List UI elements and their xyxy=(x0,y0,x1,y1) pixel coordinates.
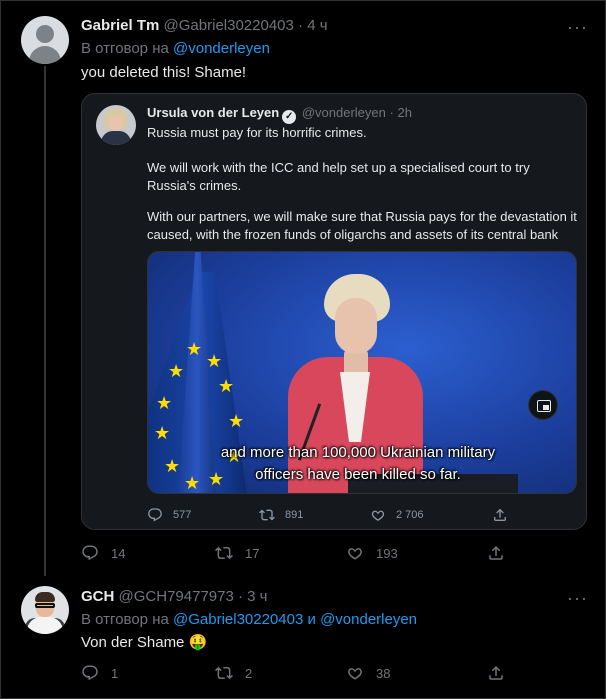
thread-connector-line xyxy=(44,66,46,576)
reply-prefix: В отговор на xyxy=(81,611,169,628)
reply-context: В отговор на @Gabriel30220403 и @vonderl… xyxy=(81,611,417,628)
quoted-paragraph-2: We will work with the ICC and help set u… xyxy=(147,160,530,193)
money-mouth-emoji: 🤑 xyxy=(188,634,208,651)
tweet-text: you deleted this! Shame! xyxy=(81,64,247,81)
tweet-text: Von der Shame 🤑 xyxy=(81,633,207,651)
tweet-header: Gabriel Tm @Gabriel30220403 · 4 ч xyxy=(81,17,328,34)
like-icon xyxy=(370,507,386,523)
quoted-handle[interactable]: @vonderleyen xyxy=(302,105,386,120)
video-player[interactable]: ★ ★ ★ ★ ★ ★ ★ ★ ★ ★ ★ and more than 100,… xyxy=(147,251,577,494)
mention-link[interactable]: @vonderleyen xyxy=(320,611,417,628)
reply-context: В отговор на @vonderleyen xyxy=(81,40,270,57)
quoted-retweet-button[interactable]: 891 xyxy=(259,507,303,523)
reply-icon xyxy=(147,507,163,523)
reply-count: 1 xyxy=(111,665,119,681)
separator-dot: · xyxy=(389,105,394,120)
picture-in-picture-icon[interactable] xyxy=(528,390,558,420)
quoted-share-button[interactable] xyxy=(492,507,508,523)
more-icon[interactable]: ··· xyxy=(567,17,588,38)
retweet-icon xyxy=(215,544,233,562)
reply-prefix: В отговор на xyxy=(81,40,169,57)
user-handle[interactable]: @Gabriel30220403 xyxy=(164,17,294,34)
quoted-like-button[interactable]: 2 706 xyxy=(370,507,424,523)
retweet-icon xyxy=(215,664,233,682)
default-avatar-icon xyxy=(36,25,54,43)
separator-dot: · xyxy=(238,588,243,605)
quoted-avatar[interactable] xyxy=(96,105,136,145)
share-icon xyxy=(487,664,505,682)
reply-count: 14 xyxy=(111,545,126,561)
like-count: 193 xyxy=(376,545,398,561)
quoted-timestamp[interactable]: 2h xyxy=(397,105,411,120)
reply-icon xyxy=(81,664,99,682)
like-count: 38 xyxy=(376,665,391,681)
verified-badge-icon: ✓ xyxy=(282,110,297,124)
share-icon xyxy=(492,507,508,523)
retweet-count: 2 xyxy=(245,665,253,681)
like-button[interactable]: 38 xyxy=(346,664,390,682)
retweet-button[interactable]: 17 xyxy=(215,544,259,562)
video-subtitle-line-2: officers have been killed so far. xyxy=(255,466,461,483)
quoted-paragraph-3: With our partners, we will make sure tha… xyxy=(147,209,577,242)
quoted-display-name[interactable]: Ursula von der Leyen xyxy=(147,105,279,120)
share-button[interactable] xyxy=(487,664,505,682)
separator-dot: · xyxy=(298,17,304,34)
share-button[interactable] xyxy=(487,544,505,562)
display-name[interactable]: Gabriel Tm xyxy=(81,17,159,34)
avatar[interactable] xyxy=(21,16,69,64)
like-icon xyxy=(346,664,364,682)
retweet-count: 891 xyxy=(285,509,304,521)
mention-link[interactable]: @Gabriel30220403 xyxy=(173,611,303,628)
reply-count: 577 xyxy=(173,509,192,521)
quoted-tweet[interactable]: Ursula von der Leyen ✓ @vonderleyen · 2h … xyxy=(81,93,587,530)
tweet-header: GCH @GCH79477973 · 3 ч xyxy=(81,588,268,605)
user-handle[interactable]: @GCH79477973 xyxy=(119,588,234,605)
retweet-icon xyxy=(259,507,275,523)
mention-link[interactable]: @vonderleyen xyxy=(173,40,270,57)
like-button[interactable]: 193 xyxy=(346,544,398,562)
reply-button[interactable]: 1 xyxy=(81,664,118,682)
avatar[interactable] xyxy=(21,586,69,634)
timestamp[interactable]: 4 ч xyxy=(307,17,327,34)
video-subtitle-line-1: and more than 100,000 Ukrainian military xyxy=(220,444,496,461)
retweet-count: 17 xyxy=(245,545,260,561)
more-icon[interactable]: ··· xyxy=(567,588,588,609)
quoted-reply-button[interactable]: 577 xyxy=(147,507,191,523)
reply-icon xyxy=(81,544,99,562)
reply-button[interactable]: 14 xyxy=(81,544,125,562)
timestamp[interactable]: 3 ч xyxy=(247,588,267,605)
reply-conjunction: и xyxy=(307,611,316,628)
retweet-button[interactable]: 2 xyxy=(215,664,252,682)
quoted-header: Ursula von der Leyen ✓ @vonderleyen · 2h xyxy=(147,105,412,124)
like-count: 2 706 xyxy=(396,509,424,521)
display-name[interactable]: GCH xyxy=(81,588,114,605)
share-icon xyxy=(487,544,505,562)
tweet-text-body: Von der Shame xyxy=(81,634,185,651)
quoted-paragraph-1: Russia must pay for its horrific crimes. xyxy=(147,125,367,140)
like-icon xyxy=(346,544,364,562)
